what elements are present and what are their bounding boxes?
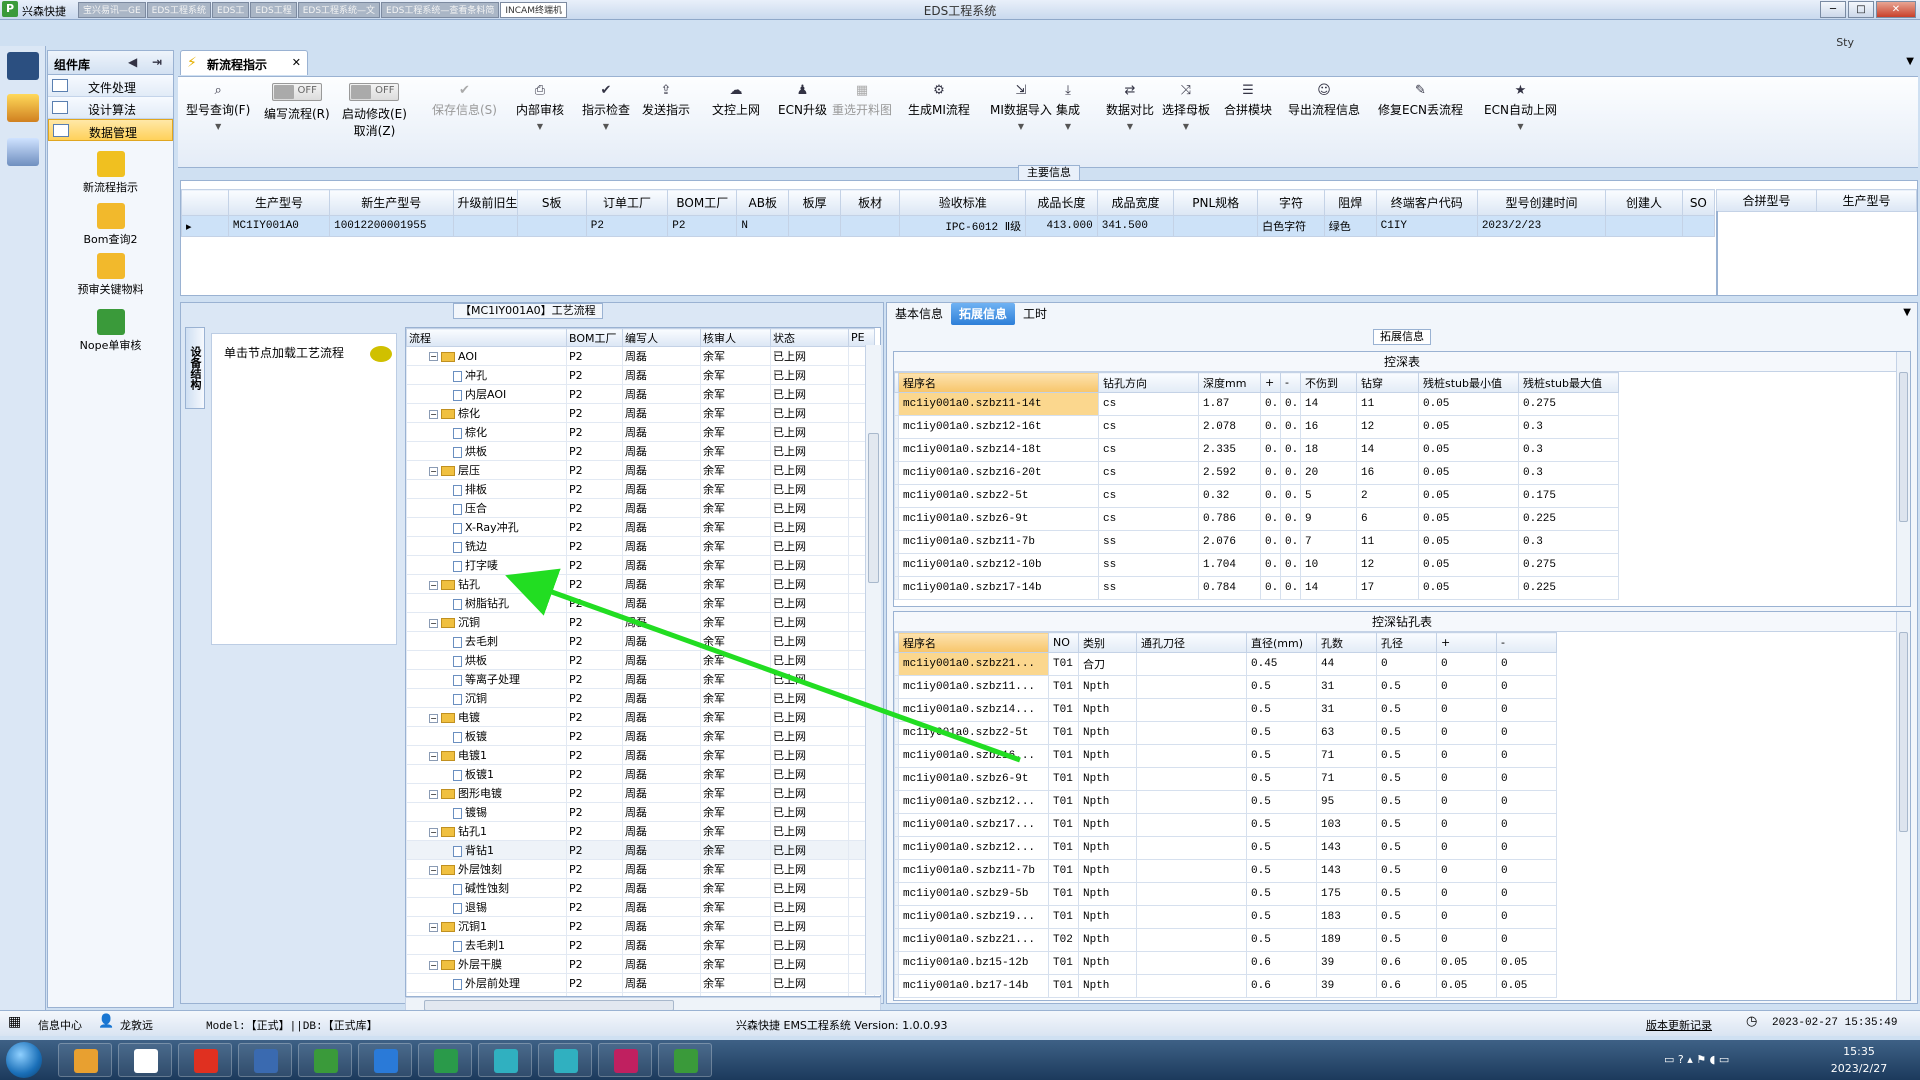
app-icon [134,1049,158,1073]
app-icon [194,1049,218,1073]
app-icon [494,1049,518,1073]
app-icon [314,1049,338,1073]
taskbar-time[interactable]: 15:35 [1824,1045,1894,1058]
app-icon [434,1049,458,1073]
taskbar-app-button[interactable] [298,1043,352,1077]
taskbar-app-button[interactable] [58,1043,112,1077]
user-icon: 👤 [98,1014,115,1029]
app-icon [674,1049,698,1073]
app-icon [74,1049,98,1073]
taskbar-app-button[interactable] [478,1043,532,1077]
changelog-link[interactable]: 版本更新记录 [1646,1017,1712,1033]
status-bar: ▦ 信息中心 👤 龙敦远 Model:【正式】||DB:【正式库】 兴森快捷 E… [0,1010,1920,1036]
taskbar-app-button[interactable] [238,1043,292,1077]
grid-icon[interactable]: ▦ [8,1014,21,1030]
taskbar-app-button[interactable] [358,1043,412,1077]
taskbar-app-button[interactable] [118,1043,172,1077]
app-icon [374,1049,398,1073]
app-icon [254,1049,278,1073]
start-button[interactable] [6,1042,42,1078]
status-datetime: 2023-02-27 15:35:49 [1772,1017,1898,1029]
tray-icons[interactable]: ▭ ? ▴ ⚑ ◖ ▭ [1664,1053,1729,1066]
annotation-arrow [505,568,1021,763]
version-info: 兴森快捷 EMS工程系统 Version: 1.0.0.93 [736,1019,948,1032]
taskbar: ▭ ? ▴ ⚑ ◖ ▭ 15:35 2023/2/27 [0,1040,1920,1080]
taskbar-app-button[interactable] [658,1043,712,1077]
taskbar-app-button[interactable] [178,1043,232,1077]
taskbar-date[interactable]: 2023/2/27 [1824,1062,1894,1075]
clock-icon: ◷ [1746,1014,1758,1029]
taskbar-app-button[interactable] [598,1043,652,1077]
user-name: 龙敦远 [120,1019,153,1032]
taskbar-app-button[interactable] [538,1043,592,1077]
taskbar-app-button[interactable] [418,1043,472,1077]
model-info: Model:【正式】||DB:【正式库】 [206,1021,378,1033]
system-tray: ▭ ? ▴ ⚑ ◖ ▭ 15:35 2023/2/27 [1654,1042,1914,1078]
app-icon [554,1049,578,1073]
app-icon [614,1049,638,1073]
info-center[interactable]: 信息中心 [38,1017,82,1033]
